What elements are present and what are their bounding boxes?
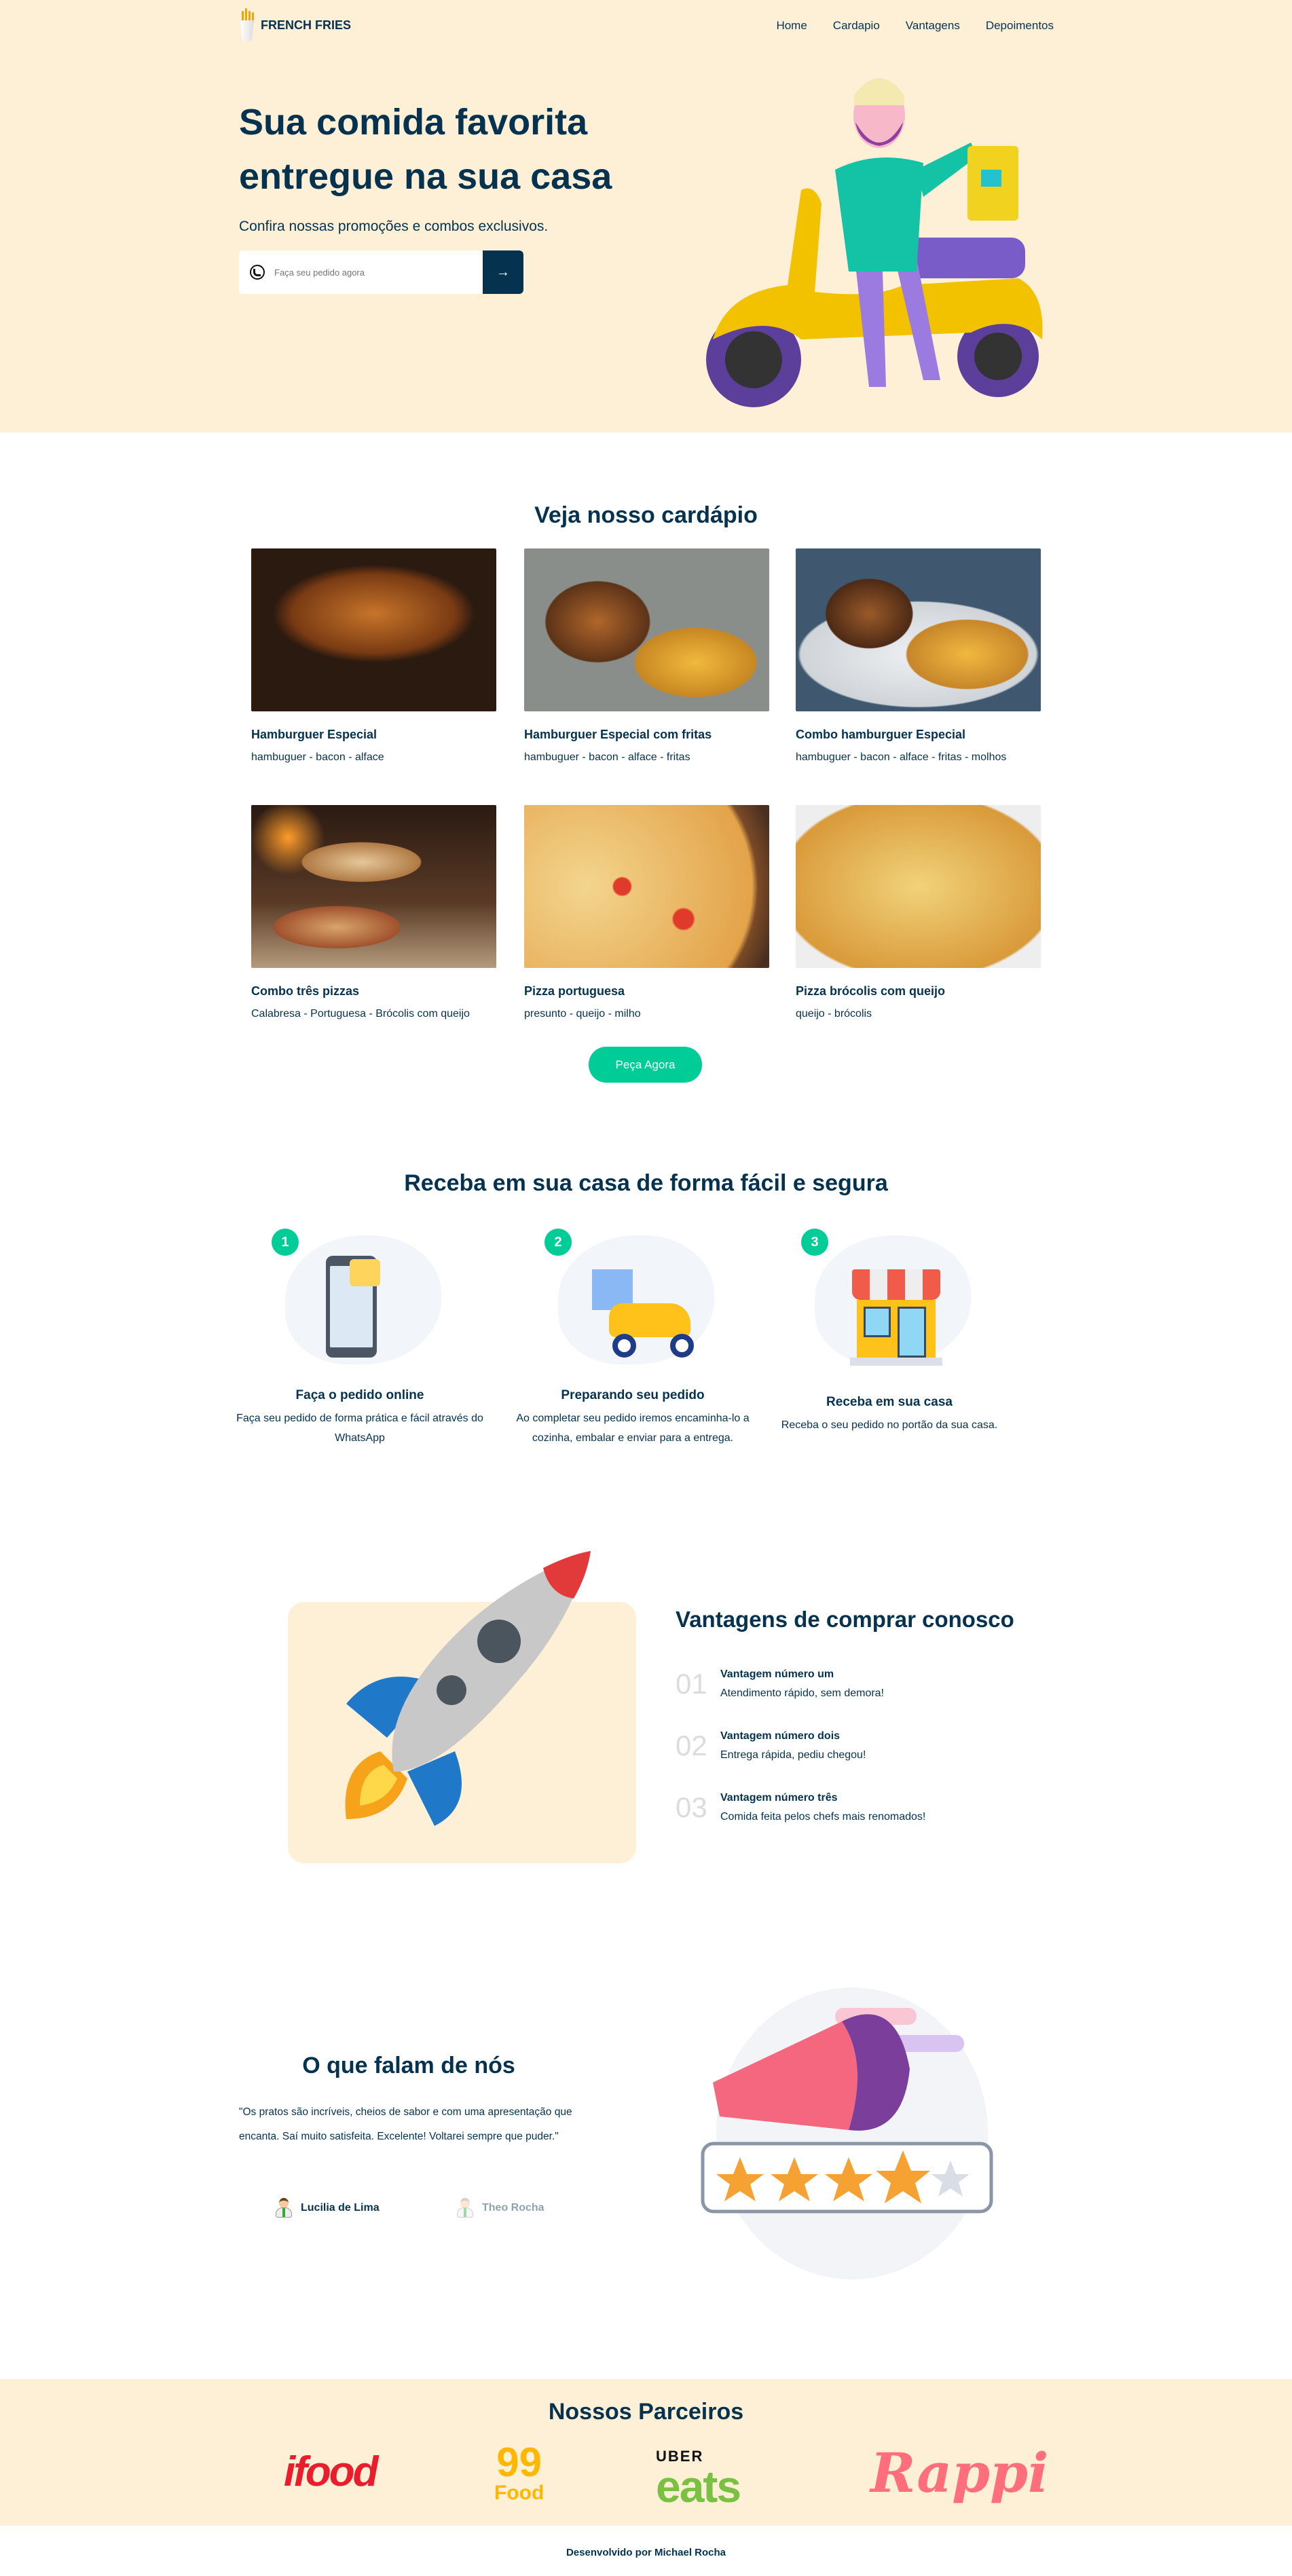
order-submit-button[interactable]: → bbox=[483, 250, 523, 294]
advantage-desc: Comida feita pelos chefs mais renomados! bbox=[720, 1811, 926, 1823]
step-number: 3 bbox=[801, 1229, 828, 1256]
advantage-desc: Atendimento rápido, sem demora! bbox=[720, 1687, 885, 1699]
testimonials-title: O que falam de nós bbox=[302, 2053, 515, 2078]
nav-cardapio[interactable]: Cardapio bbox=[833, 19, 880, 33]
menu-item-name: Hamburguer Especial bbox=[251, 728, 377, 741]
nav-vantagens[interactable]: Vantagens bbox=[906, 19, 960, 33]
menu-card[interactable]: Pizza portuguesa presunto - queijo - mil… bbox=[524, 805, 769, 1020]
99food-logo-number: 99 bbox=[496, 2440, 542, 2485]
menu-item-name: Combo hamburguer Especial bbox=[796, 728, 966, 741]
footer-credit: Desenvolvido por Michael Rocha bbox=[566, 2547, 726, 2558]
author-name: Theo Rocha bbox=[482, 2202, 545, 2214]
advantage-title: Vantagem número um bbox=[720, 1668, 834, 1680]
advantage-item: 02 Vantagem número dois Entrega rápida, pe… bbox=[676, 1730, 866, 1761]
99food-logo[interactable]: 99 Food bbox=[494, 2442, 544, 2503]
step-title: Receba em sua casa bbox=[826, 1395, 953, 1409]
advantage-desc: Entrega rápida, pediu chegou! bbox=[720, 1749, 866, 1761]
menu-card[interactable]: Combo três pizzas Calabresa - Portuguesa… bbox=[251, 805, 496, 1020]
burger-image bbox=[251, 548, 496, 711]
partners-title: Nossos Parceiros bbox=[548, 2399, 744, 2425]
author-tab-theo[interactable]: Theo Rocha bbox=[456, 2198, 545, 2218]
menu-item-name: Combo três pizzas bbox=[251, 984, 360, 998]
delivery-step: 3 Receba em sua casa Receba o seu pedido… bbox=[760, 1229, 1018, 1435]
ubereats-logo-eats: eats bbox=[656, 2461, 741, 2512]
menu-card[interactable]: Hamburguer Especial com fritas hambuguer… bbox=[524, 548, 769, 764]
whatsapp-icon bbox=[250, 265, 265, 280]
advantage-title: Vantagem número dois bbox=[720, 1730, 841, 1742]
menu-item-desc: Calabresa - Portuguesa - Brócolis com qu… bbox=[251, 1008, 470, 1020]
delivery-step: 2 Preparando seu pedido Ao completar seu… bbox=[504, 1229, 762, 1448]
nav-home[interactable]: Home bbox=[776, 19, 807, 33]
rappi-logo[interactable]: Rappi bbox=[870, 2441, 1048, 2505]
menu-card[interactable]: Combo hamburguer Especial hambuguer - ba… bbox=[796, 548, 1041, 764]
ifood-logo[interactable]: ifood bbox=[284, 2448, 378, 2496]
menu-item-desc: presunto - queijo - milho bbox=[524, 1008, 641, 1020]
step-number: 1 bbox=[272, 1229, 299, 1256]
step-desc: Faça seu pedido de forma prática e fácil… bbox=[236, 1413, 483, 1444]
advantage-item: 01 Vantagem número um Atendimento rápido, … bbox=[676, 1668, 885, 1700]
menu-title: Veja nosso cardápio bbox=[534, 502, 758, 528]
broccoli-pizza-image bbox=[796, 805, 1041, 968]
menu-item-name: Hamburguer Especial com fritas bbox=[524, 728, 712, 741]
step-desc: Ao completar seu pedido iremos encaminha… bbox=[516, 1413, 750, 1444]
brand-logo[interactable]: FRENCH FRIES bbox=[239, 8, 352, 41]
author-tab-lucilia[interactable]: Lucilia de Lima bbox=[275, 2198, 380, 2218]
rocket-illustration bbox=[345, 1551, 591, 1826]
advantage-title: Vantagem número três bbox=[720, 1792, 838, 1804]
testimonial-quote: "Os pratos são incríveis, cheios de sabo… bbox=[239, 2106, 572, 2142]
french-fries-icon bbox=[239, 8, 257, 41]
main-nav: Home Cardapio Vantagens Depoimentos bbox=[776, 19, 1054, 33]
hero-title-line2: entregue na sua casa bbox=[239, 156, 612, 197]
menu-item-desc: hambuguer - bacon - alface - fritas - mo… bbox=[796, 751, 1007, 763]
menu-item-name: Pizza portuguesa bbox=[524, 984, 625, 998]
storefront-illustration: 3 bbox=[801, 1229, 978, 1368]
megaphone-rating-illustration bbox=[701, 1987, 993, 2279]
menu-item-desc: hambuguer - bacon - alface - fritas bbox=[524, 751, 690, 763]
burger-fries-image bbox=[524, 548, 769, 711]
hero-section bbox=[0, 0, 1292, 432]
three-pizzas-image bbox=[251, 805, 496, 968]
user-avatar-icon bbox=[456, 2198, 474, 2218]
user-avatar-icon bbox=[275, 2198, 293, 2218]
order-now-button[interactable]: Peça Agora bbox=[589, 1047, 702, 1083]
step-number: 2 bbox=[545, 1229, 572, 1256]
advantage-number: 01 bbox=[676, 1668, 707, 1700]
ubereats-logo[interactable]: UBER eats bbox=[656, 2449, 741, 2512]
advantage-item: 03 Vantagem número três Comida feita pelos… bbox=[676, 1791, 926, 1823]
advantage-number: 02 bbox=[676, 1730, 707, 1761]
step-title: Preparando seu pedido bbox=[561, 1388, 705, 1402]
step-desc: Receba o seu pedido no portão da sua cas… bbox=[781, 1419, 998, 1431]
hero-title-line1: Sua comida favorita bbox=[239, 102, 588, 143]
99food-logo-word: Food bbox=[494, 2482, 545, 2504]
scooter-delivery-illustration: 2 bbox=[545, 1229, 721, 1368]
delivery-title: Receba em sua casa de forma fácil e segu… bbox=[404, 1170, 888, 1196]
combo-burger-image bbox=[796, 548, 1041, 711]
phone-order-illustration: 1 bbox=[272, 1229, 448, 1368]
menu-item-desc: queijo - brócolis bbox=[796, 1008, 872, 1020]
brand-name: FRENCH FRIES bbox=[261, 18, 352, 32]
menu-card[interactable]: Pizza brócolis com queijo queijo - bróco… bbox=[796, 805, 1041, 1020]
delivery-step: 1 Faça o pedido online Faça seu pedido d… bbox=[231, 1229, 489, 1448]
order-input[interactable] bbox=[274, 267, 483, 278]
portuguesa-pizza-image bbox=[524, 805, 769, 968]
step-title: Faça o pedido online bbox=[295, 1388, 424, 1402]
menu-item-desc: hambuguer - bacon - alface bbox=[251, 751, 384, 763]
advantage-number: 03 bbox=[676, 1791, 707, 1823]
advantages-title: Vantagens de comprar conosco bbox=[676, 1607, 1014, 1632]
hero-title: Sua comida favorita entregue na sua casa bbox=[239, 95, 673, 204]
author-name: Lucilia de Lima bbox=[301, 2202, 380, 2214]
delivery-scooter-illustration bbox=[706, 78, 1043, 407]
menu-item-name: Pizza brócolis com queijo bbox=[796, 984, 946, 998]
nav-depoimentos[interactable]: Depoimentos bbox=[986, 19, 1054, 33]
menu-card[interactable]: Hamburguer Especial hambuguer - bacon - … bbox=[251, 548, 496, 764]
order-form: → bbox=[239, 250, 523, 294]
hero-subtitle: Confira nossas promoções e combos exclus… bbox=[239, 219, 549, 234]
